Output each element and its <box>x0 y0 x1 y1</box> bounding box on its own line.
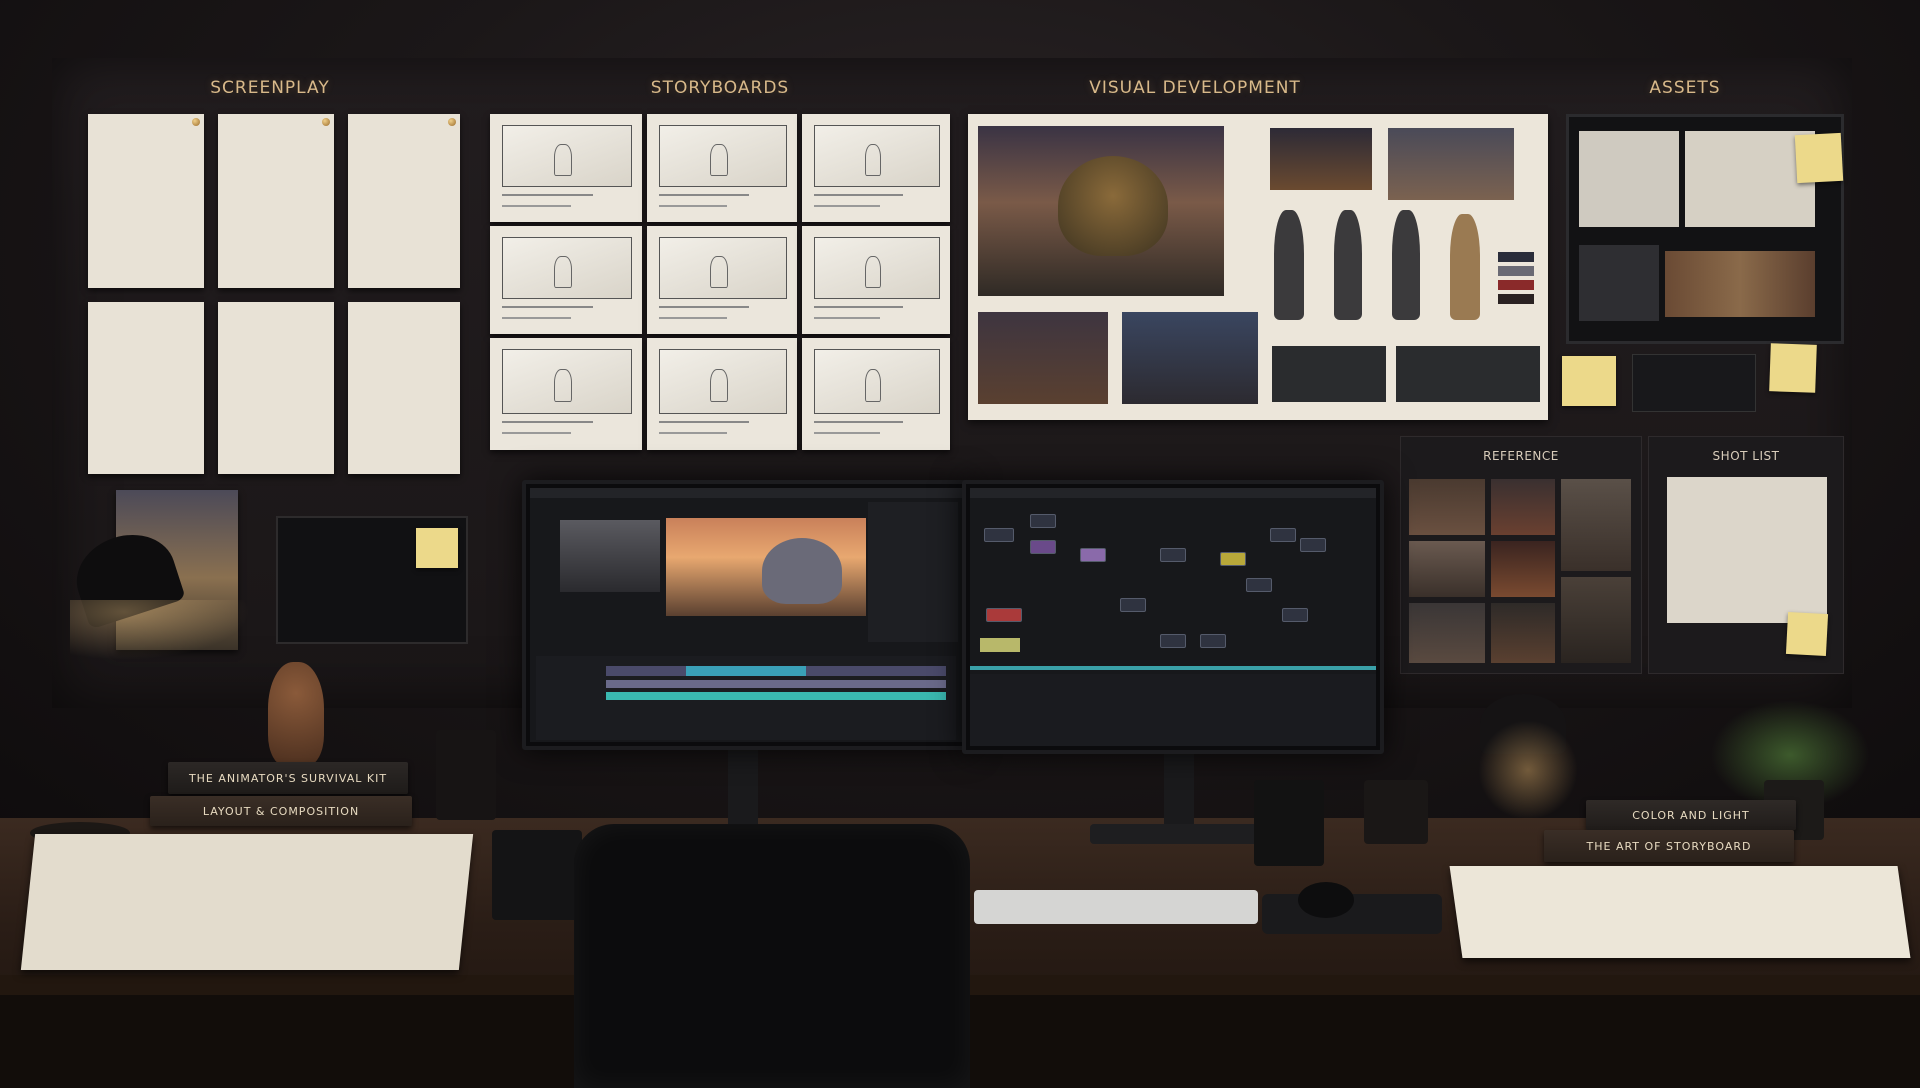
storyboard-frame <box>647 226 797 334</box>
reference-panel: REFERENCE <box>1400 436 1642 674</box>
program-viewer <box>666 518 866 616</box>
reference-photo <box>1561 479 1631 571</box>
shot-list-panel: SHOT LIST <box>1648 436 1844 674</box>
material-swatches <box>1396 346 1540 402</box>
sticky-note <box>416 528 458 568</box>
node-editor-screen <box>970 488 1376 746</box>
drawing-tablet <box>492 830 582 920</box>
texture-strip <box>1665 251 1815 317</box>
screenplay-page <box>348 114 460 288</box>
reference-photo <box>1491 479 1555 535</box>
timeline <box>536 656 956 740</box>
screenplay-page <box>88 302 204 474</box>
node-editor-timeline <box>970 674 1376 746</box>
concept-thumbnail <box>1270 128 1372 190</box>
palette-swatch <box>1498 266 1534 276</box>
storyboard-frame <box>647 338 797 450</box>
character-turnaround <box>1450 214 1480 320</box>
storyboard-frame <box>490 114 642 222</box>
asset-sheet <box>1579 131 1679 227</box>
reference-photo <box>1491 541 1555 597</box>
coffee-mug <box>1254 780 1324 866</box>
storyboard-frame <box>802 338 950 450</box>
palette-swatch <box>1498 280 1534 290</box>
section-title-storyboards: STORYBOARDS <box>650 78 790 98</box>
concept-thumbnail <box>1122 312 1258 404</box>
reference-title: REFERENCE <box>1483 449 1559 463</box>
section-title-visual-development: VISUAL DEVELOPMENT <box>1089 78 1301 98</box>
storyboard-frame <box>802 226 950 334</box>
character-turnaround <box>1392 210 1420 320</box>
book-layout-composition: LAYOUT & COMPOSITION <box>150 796 412 826</box>
pencil-cup <box>436 730 496 820</box>
environment-painting <box>978 126 1224 296</box>
section-title-assets: ASSETS <box>1649 78 1721 98</box>
monitor-base <box>1090 824 1270 844</box>
reference-photo <box>1409 479 1485 535</box>
sticky-note <box>1794 132 1844 184</box>
visual-development-board <box>968 114 1548 420</box>
reference-photo <box>1409 603 1485 663</box>
open-notebook <box>1449 866 1911 958</box>
editing-software-screen <box>530 488 962 742</box>
book-color-and-light: COLOR AND LIGHT <box>1586 800 1796 830</box>
mouse <box>1298 882 1354 918</box>
keyboard <box>974 890 1258 924</box>
pen-holder <box>1364 780 1428 844</box>
storyboard-frame <box>802 114 950 222</box>
shot-list-sheet <box>1667 477 1827 623</box>
screenplay-page <box>348 302 460 474</box>
book-art-of-storyboard: THE ART OF STORYBOARD <box>1544 830 1794 862</box>
section-title-screenplay: SCREENPLAY <box>210 78 330 98</box>
node-editor-monitor <box>962 480 1384 754</box>
reference-photo <box>1561 577 1631 663</box>
reference-photo <box>1491 603 1555 663</box>
character-turnaround <box>1334 210 1362 320</box>
editing-monitor <box>522 480 970 750</box>
storyboard-frame <box>647 114 797 222</box>
concept-thumbnail <box>978 312 1108 404</box>
sticky-note <box>1769 343 1817 393</box>
sticky-note <box>1562 356 1616 406</box>
concept-thumbnail <box>1388 128 1514 200</box>
shot-list-title: SHOT LIST <box>1712 449 1780 463</box>
sticky-note <box>1785 611 1829 657</box>
storyboard-frame <box>490 226 642 334</box>
character-figurine <box>268 662 324 766</box>
screenplay-page <box>218 114 334 288</box>
storyboard-frame <box>490 338 642 450</box>
screenplay-page <box>88 114 204 288</box>
palette-swatch <box>1498 294 1534 304</box>
reference-photo <box>1409 541 1485 597</box>
screenplay-page <box>218 302 334 474</box>
book-animators-survival-kit: THE ANIMATOR'S SURVIVAL KIT <box>168 762 408 794</box>
material-swatches <box>1272 346 1386 402</box>
lamp-glow <box>70 600 250 660</box>
palette-swatch <box>1498 252 1534 262</box>
character-turnaround <box>1274 210 1304 320</box>
chalkboard <box>276 516 468 644</box>
inspector-panel <box>868 502 958 642</box>
material-balls <box>1579 245 1659 321</box>
sketchbook <box>20 834 474 970</box>
studio-scene: SCREENPLAY STORYBOARDS VISUAL DEVELOPMEN… <box>0 0 1920 1088</box>
office-chair <box>574 824 970 1088</box>
parameter-card <box>1632 354 1756 412</box>
source-viewer <box>560 520 660 592</box>
small-lamp-glow <box>1478 720 1578 820</box>
monitor-stand <box>728 740 758 830</box>
